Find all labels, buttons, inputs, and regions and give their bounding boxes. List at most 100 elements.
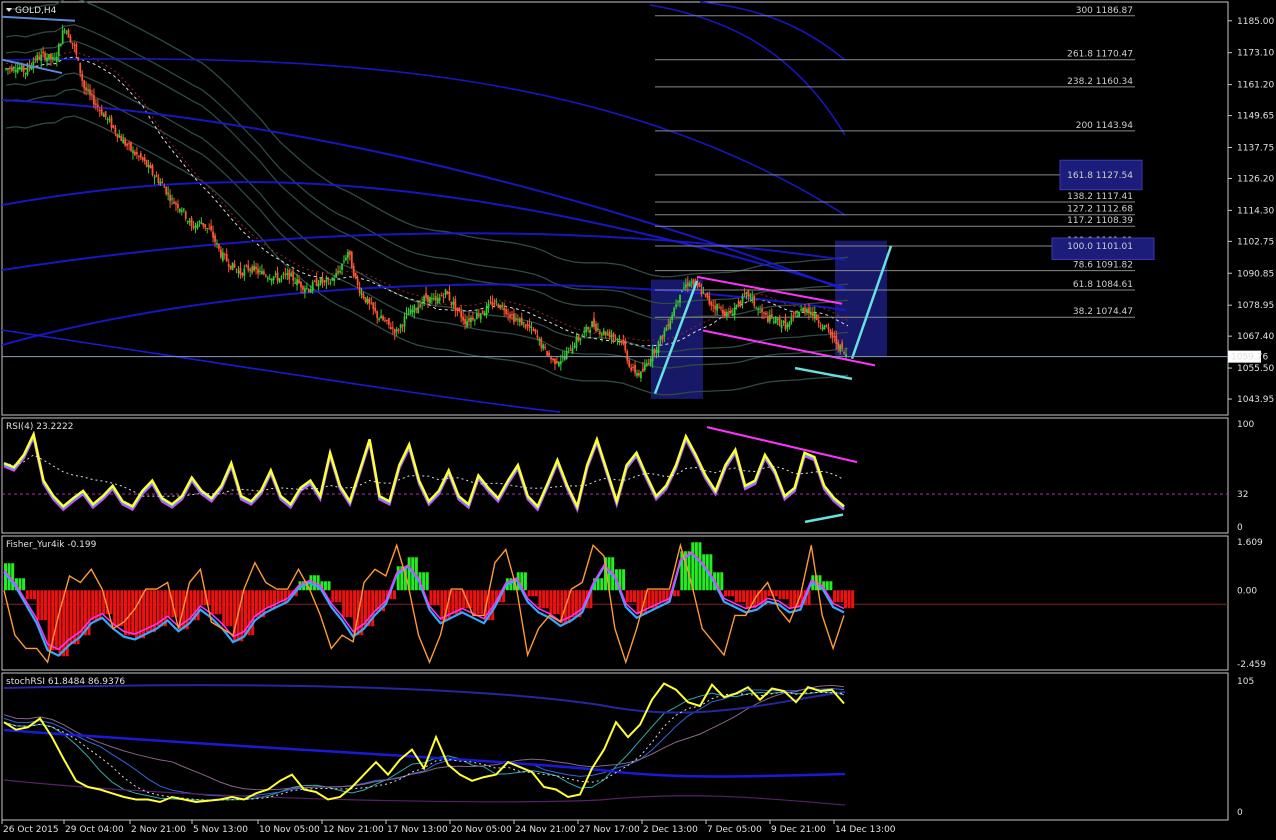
candle-body [456, 307, 459, 311]
candle-body [583, 330, 586, 333]
candle-body [481, 310, 484, 314]
candle-body [34, 58, 37, 60]
candle-body [362, 294, 365, 298]
candle-body [804, 307, 806, 312]
bollinger-env-outer-upper [5, 0, 849, 278]
candle-body [682, 287, 685, 289]
candle-body [767, 315, 769, 323]
stoch-tick-label: 0 [1237, 808, 1243, 818]
trading-chart[interactable]: 1185.00 1173.10 1161.20 1149.65 1137.75 1126.… [0, 0, 1276, 840]
fisher-bar-negative [778, 590, 782, 600]
candle-body [425, 293, 427, 298]
candle-body [669, 320, 672, 329]
candle-body [641, 368, 644, 372]
fisher-bar-negative [553, 590, 557, 615]
candle-body [724, 311, 726, 317]
candle-body [345, 257, 347, 260]
rsi-title: RSI(4) 23.2222 [6, 422, 73, 432]
candle-body [417, 306, 420, 314]
candle-body [239, 267, 242, 275]
fisher-bar-negative [545, 590, 549, 609]
candle-body [348, 250, 351, 255]
candle-body [251, 266, 254, 273]
candle-body [511, 314, 513, 316]
fisher-bar-positive [11, 563, 15, 591]
fisher-bar-negative [440, 590, 444, 621]
price-tick-label: 1161.20 [1237, 81, 1274, 91]
candle-body [749, 295, 752, 297]
candle-body [214, 235, 216, 242]
candle-body [61, 30, 64, 44]
candle-body [79, 62, 82, 74]
candle-body [753, 295, 756, 306]
fisher-bar-negative [127, 590, 131, 636]
fisher-bar-negative [222, 590, 226, 627]
candle-body [608, 331, 611, 337]
fisher-bar-negative [724, 590, 727, 597]
candle-body [677, 300, 679, 302]
time-axis-label: 10 Nov 05:00 [259, 825, 320, 835]
candle-body [489, 302, 492, 304]
candle-body [206, 227, 209, 229]
candle-body [690, 281, 693, 283]
candle-body [423, 296, 425, 303]
candle-body [85, 87, 87, 91]
rsi-tick-label: 0 [1237, 523, 1243, 533]
fisher-bar-negative [47, 590, 51, 651]
candle-body [374, 307, 377, 312]
candle-body [540, 338, 543, 348]
fisher-bar-negative [214, 590, 218, 615]
fisher-bar-negative [211, 590, 215, 615]
candle-body [577, 335, 580, 341]
candle-body [514, 319, 517, 321]
candle-body [714, 305, 717, 309]
candle-body [808, 307, 810, 314]
candle-body [98, 110, 101, 112]
candle-body [307, 289, 310, 292]
candle-body [225, 253, 228, 262]
time-axis-label: 2 Dec 13:00 [643, 825, 698, 835]
fisher-bar-negative [76, 590, 80, 645]
candle-body [264, 275, 267, 277]
candle-body [534, 329, 537, 333]
candle-body [505, 309, 508, 314]
time-axis-label: 12 Nov 21:00 [323, 825, 384, 835]
fisher-bar-positive [829, 581, 833, 591]
candle-body [304, 288, 306, 293]
fisher-title: Fisher_Yur4ik -0.199 [6, 540, 97, 550]
candle-body [671, 314, 674, 320]
candle-body [108, 119, 111, 121]
candle-body [755, 307, 758, 309]
fib-label: 38.2 1074.47 [1073, 307, 1133, 317]
candle-body [69, 36, 72, 43]
candle-body [698, 283, 701, 288]
candle-body [321, 277, 324, 283]
candle-body [350, 251, 353, 268]
candle-body [192, 226, 195, 229]
candle-body [12, 69, 15, 71]
candle-body [559, 361, 562, 365]
candle-body [796, 315, 799, 318]
fisher-bar-negative [774, 590, 778, 597]
fisher-bar-negative [833, 590, 837, 603]
candle-body [483, 312, 486, 316]
candle-body [548, 352, 550, 356]
candle-body [587, 327, 590, 330]
candle-body [557, 362, 560, 367]
candle-body [274, 273, 277, 275]
candle-body [782, 321, 785, 323]
candle-body [809, 311, 812, 315]
candle-body [116, 133, 119, 138]
candle-body [77, 57, 80, 61]
candle-body [370, 303, 373, 305]
candle-body [262, 271, 265, 275]
candle-body [565, 351, 568, 359]
candle-body [106, 118, 109, 120]
candle-body [126, 143, 129, 146]
fisher-bar-negative [276, 590, 280, 603]
candle-body [182, 208, 185, 211]
candle-body [317, 284, 320, 287]
candle-body [446, 291, 449, 295]
candle-body [51, 56, 54, 60]
ma-red-dotted [5, 51, 849, 342]
